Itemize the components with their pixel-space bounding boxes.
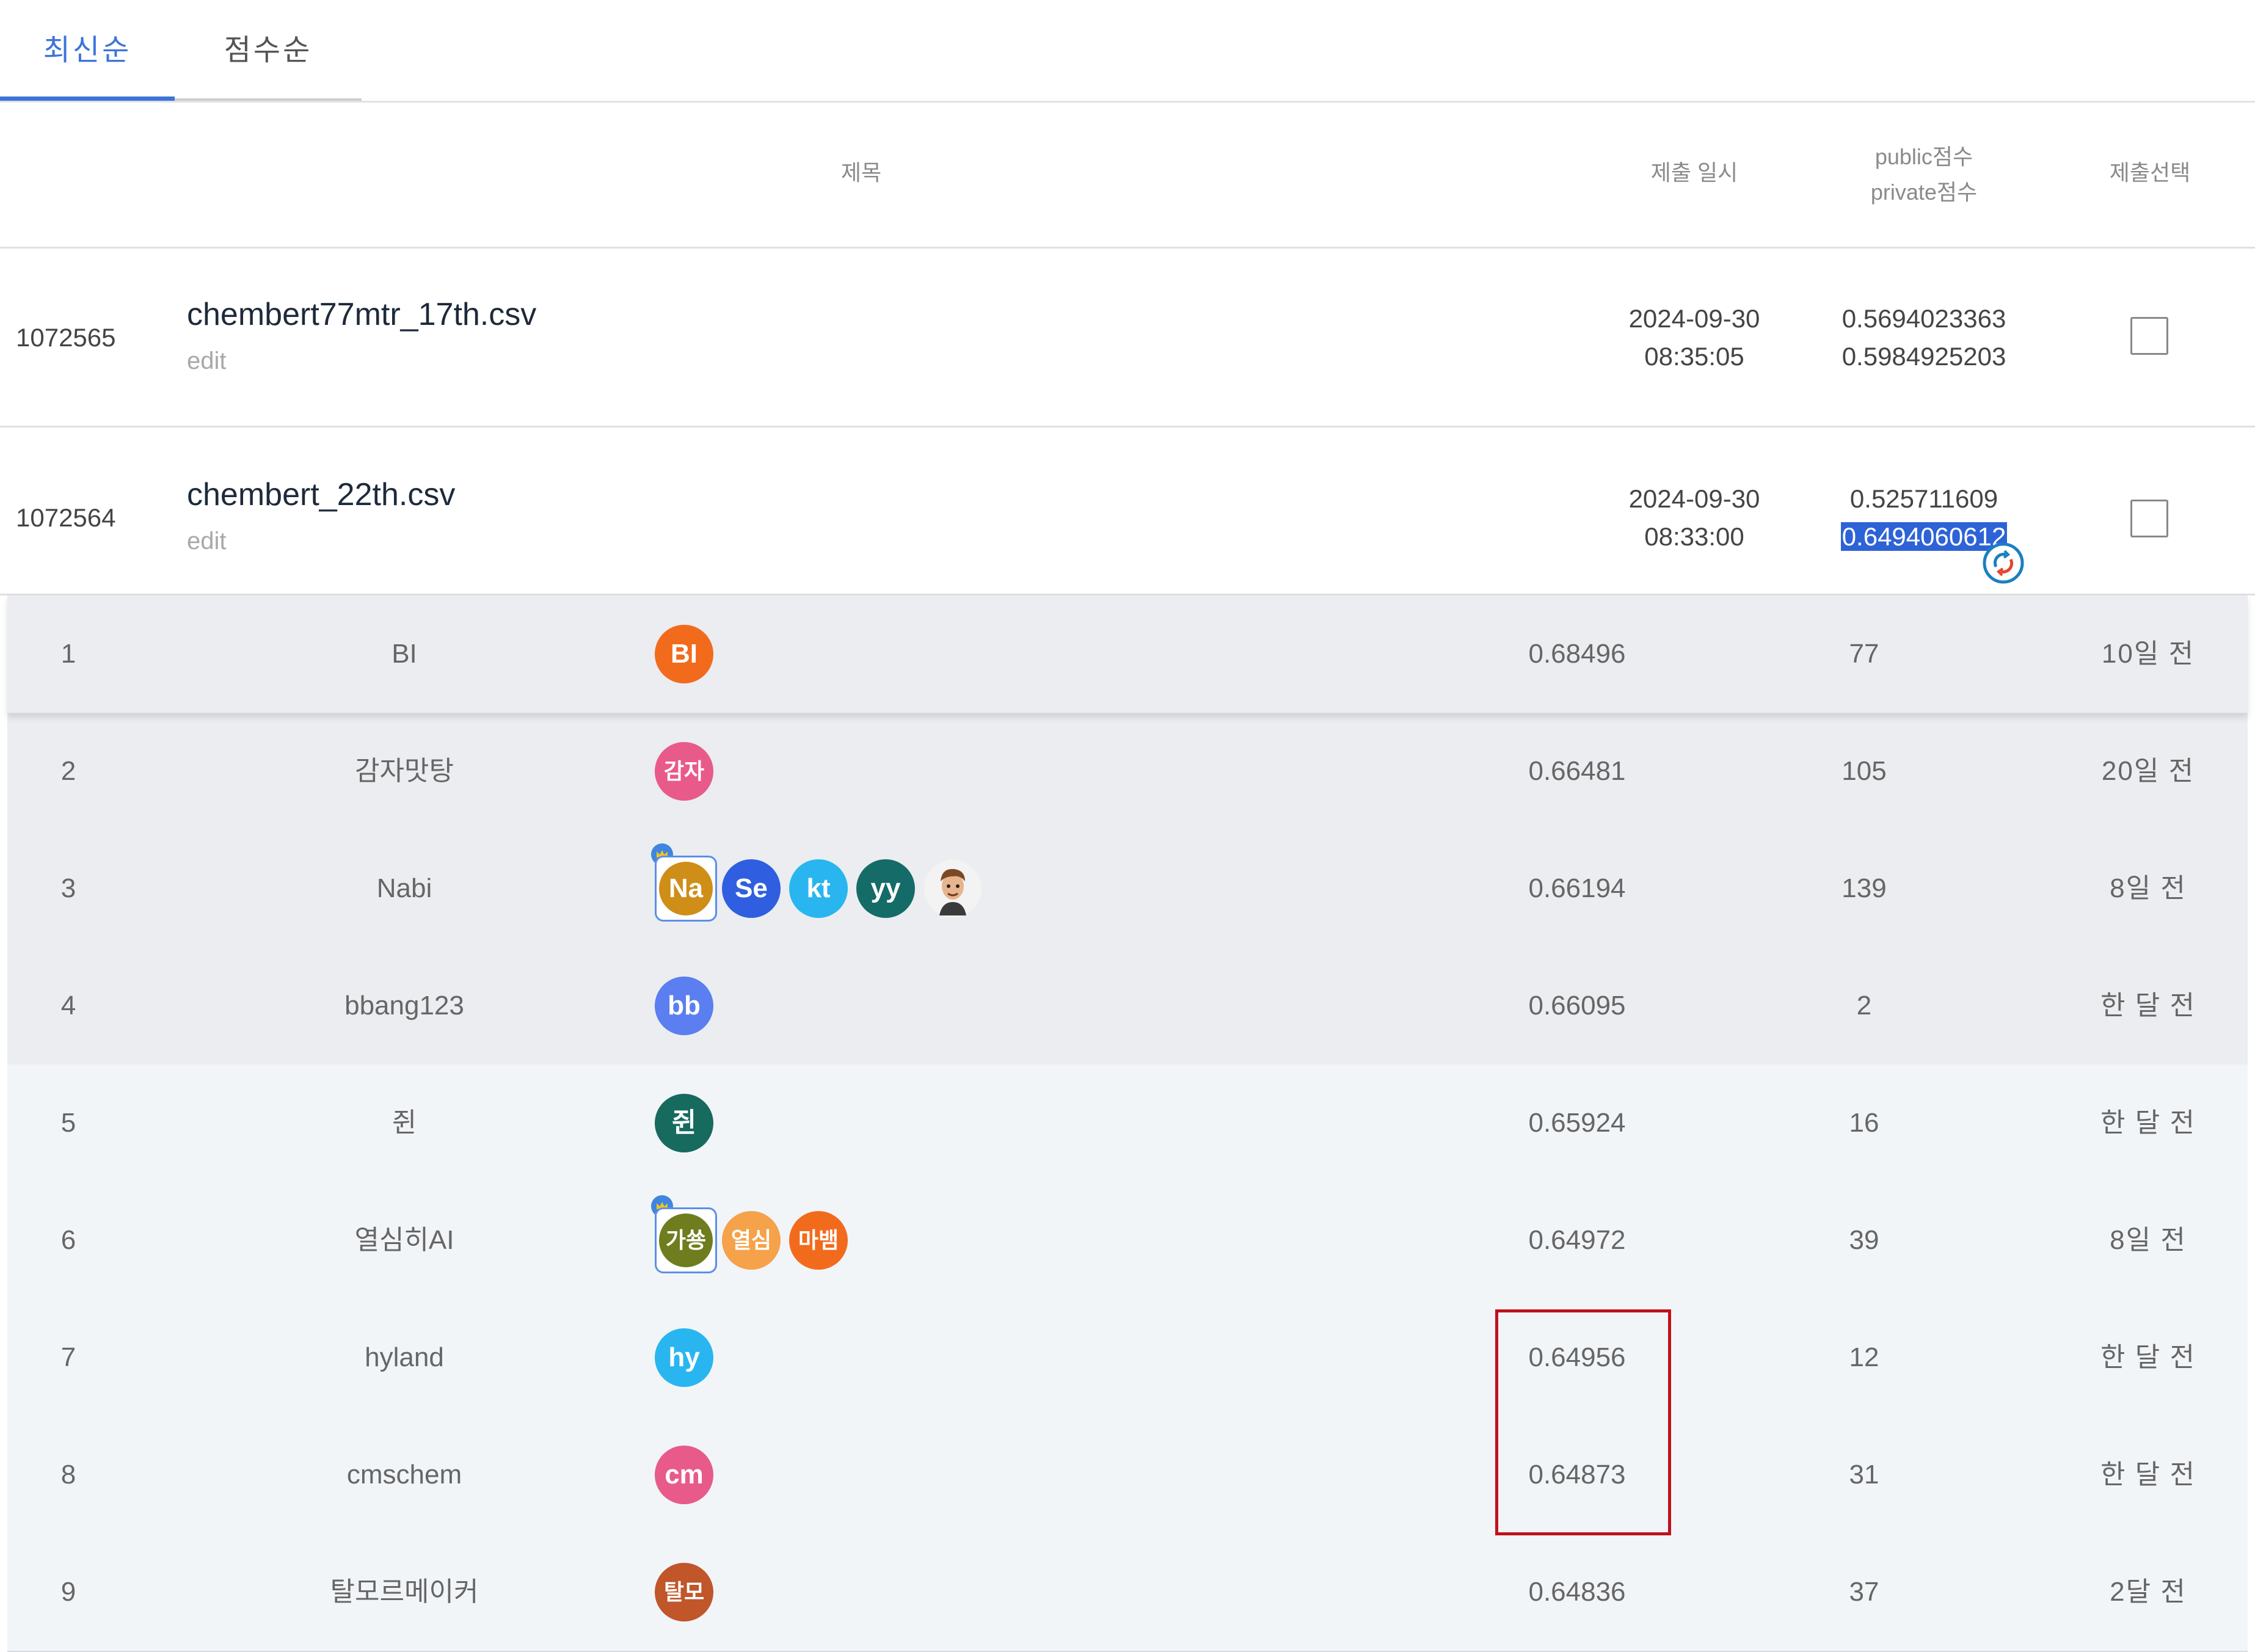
- last-submission: 8일 전: [2110, 873, 2187, 903]
- score: 0.64836: [1528, 1577, 1626, 1607]
- member-avatar[interactable]: 마뱀: [789, 1211, 848, 1270]
- submission-date: 2024-09-30: [1628, 484, 1760, 513]
- tab-latest[interactable]: 최신순: [0, 0, 175, 101]
- leaderboard-row[interactable]: 5 쥔 쥔 0.65924 16 한 달 전: [7, 1064, 2248, 1183]
- member-avatar[interactable]: kt: [789, 859, 848, 918]
- submission-time: 08:33:00: [1644, 522, 1744, 551]
- rank: 6: [60, 1225, 76, 1255]
- team-name: BI: [392, 639, 417, 669]
- team-name: Nabi: [376, 873, 432, 903]
- member-initials: 가쑝: [659, 1214, 713, 1267]
- public-score: 0.525711609: [1849, 484, 1998, 513]
- submission-row: 1072564 chembert_22th.csv edit 2024-09-3…: [0, 428, 2255, 595]
- submission-count: 2: [1856, 991, 1872, 1021]
- member-avatar[interactable]: cm: [655, 1446, 713, 1504]
- refresh-icon[interactable]: [1981, 541, 2025, 585]
- submission-row: 1072565 chembert77mtr_17th.csv edit 2024…: [0, 249, 2255, 428]
- score: 0.66095: [1528, 991, 1626, 1021]
- submission-count: 77: [1849, 639, 1879, 669]
- team-name: 쥔: [392, 1108, 417, 1138]
- member-avatar[interactable]: yy: [856, 859, 915, 918]
- member-avatar[interactable]: Se: [722, 859, 781, 918]
- submission-filename: chembert_22th.csv: [187, 477, 456, 512]
- submission-count: 139: [1842, 873, 1887, 903]
- submission-id: 1072565: [16, 323, 116, 352]
- submissions-header: 제목 제출 일시 public점수 private점수 제출선택: [0, 103, 2255, 249]
- header-public: public점수: [1874, 144, 1973, 169]
- member-avatar-photo[interactable]: [923, 859, 982, 918]
- member-initials: Na: [659, 862, 713, 915]
- member-avatar[interactable]: bb: [655, 977, 713, 1035]
- sort-tabs: 최신순 점수순: [0, 0, 2255, 103]
- last-submission: 한 달 전: [2100, 1342, 2196, 1372]
- public-score: 0.5694023363: [1842, 304, 2006, 333]
- submission-count: 12: [1849, 1342, 1879, 1372]
- score: 0.66481: [1528, 756, 1626, 786]
- member-avatar[interactable]: 감자: [655, 742, 713, 801]
- team-name: 열심히AI: [354, 1225, 454, 1255]
- rank: 9: [60, 1577, 76, 1607]
- member-avatar[interactable]: 탈모: [655, 1563, 713, 1621]
- last-submission: 한 달 전: [2100, 1108, 2196, 1138]
- highlight-box: [1495, 1309, 1671, 1535]
- member-avatar[interactable]: hy: [655, 1328, 713, 1387]
- team-name: 탈모르메이커: [330, 1577, 479, 1607]
- rank: 7: [60, 1342, 76, 1372]
- member-avatar-leader[interactable]: 가쑝: [655, 1207, 717, 1273]
- score: 0.68496: [1528, 639, 1626, 669]
- member-avatar-leader[interactable]: Na: [655, 856, 717, 922]
- score: 0.64972: [1528, 1225, 1626, 1255]
- leaderboard-row[interactable]: 6 열심히AI 가쑝 열심 마뱀 0.64972 39 8일 전: [7, 1182, 2248, 1300]
- last-submission: 한 달 전: [2100, 991, 2196, 1021]
- rank: 1: [60, 639, 76, 669]
- submission-count: 16: [1849, 1108, 1879, 1138]
- last-submission: 8일 전: [2110, 1225, 2187, 1255]
- score: 0.66194: [1528, 873, 1626, 903]
- team-name: cmschem: [346, 1460, 462, 1490]
- header-date: 제출 일시: [1650, 160, 1738, 185]
- rank: 3: [60, 873, 76, 903]
- submission-filename: chembert77mtr_17th.csv: [187, 297, 537, 332]
- leaderboard-row[interactable]: 7 hyland hy 0.64956 12 한 달 전: [7, 1299, 2248, 1417]
- leaderboard-row[interactable]: 1 BI BI 0.68496 77 10일 전: [7, 595, 2248, 714]
- submission-select-checkbox[interactable]: [2130, 317, 2168, 355]
- tab-score[interactable]: 점수순: [175, 0, 362, 101]
- last-submission: 한 달 전: [2100, 1460, 2196, 1490]
- submission-select-checkbox[interactable]: [2130, 500, 2168, 537]
- rank: 2: [60, 756, 76, 786]
- member-avatar[interactable]: BI: [655, 625, 713, 683]
- team-name: bbang123: [344, 991, 464, 1021]
- header-select: 제출선택: [2109, 160, 2191, 185]
- last-submission: 2달 전: [2110, 1577, 2187, 1607]
- edit-link[interactable]: edit: [187, 528, 227, 555]
- team-name: 감자맛탕: [355, 756, 454, 786]
- rank: 4: [60, 991, 76, 1021]
- submission-date: 2024-09-30: [1628, 304, 1760, 333]
- submission-count: 105: [1842, 756, 1887, 786]
- team-name: hyland: [365, 1342, 444, 1372]
- header-title: 제목: [840, 160, 882, 185]
- leaderboard-row[interactable]: 3 Nabi Na Se kt yy 0.66194 139 8일 전: [7, 830, 2248, 948]
- edit-link[interactable]: edit: [187, 348, 227, 375]
- header-private: private점수: [1870, 180, 1978, 205]
- leaderboard: 1 BI BI 0.68496 77 10일 전 2 감자맛탕 감자 0.66481 105 20일 …: [7, 595, 2248, 1652]
- submission-time: 08:35:05: [1644, 342, 1744, 371]
- last-submission: 20일 전: [2101, 756, 2195, 786]
- submission-count: 39: [1849, 1225, 1879, 1255]
- submission-count: 37: [1849, 1577, 1879, 1607]
- member-avatar[interactable]: 열심: [722, 1211, 781, 1270]
- private-score: 0.5984925203: [1842, 342, 2006, 371]
- score: 0.65924: [1528, 1108, 1626, 1138]
- rank: 5: [60, 1108, 76, 1138]
- leaderboard-row[interactable]: 4 bbang123 bb 0.66095 2 한 달 전: [7, 947, 2248, 1066]
- leaderboard-row[interactable]: 2 감자맛탕 감자 0.66481 105 20일 전: [7, 713, 2248, 831]
- member-avatar[interactable]: 쥔: [655, 1094, 713, 1152]
- submission-count: 31: [1849, 1460, 1879, 1490]
- last-submission: 10일 전: [2101, 639, 2195, 669]
- leaderboard-row[interactable]: 8 cmschem cm 0.64873 31 한 달 전: [7, 1416, 2248, 1535]
- rank: 8: [60, 1460, 76, 1490]
- submission-id: 1072564: [16, 503, 116, 532]
